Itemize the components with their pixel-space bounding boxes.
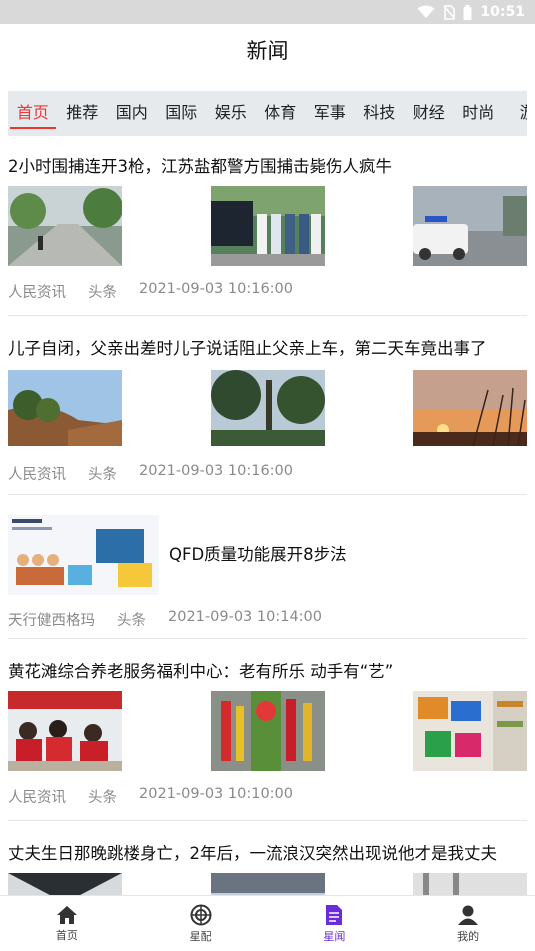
battery-icon (463, 4, 472, 20)
news-thumbnail[interactable] (210, 186, 325, 266)
nav-mine[interactable]: 我的 (401, 896, 535, 951)
news-thumbnail[interactable] (413, 368, 527, 448)
news-thumbnail[interactable] (210, 368, 325, 448)
tab-fashion[interactable]: 时尚 (454, 91, 504, 136)
document-icon (326, 904, 343, 925)
nav-home[interactable]: 首页 (0, 896, 134, 951)
tab-military[interactable]: 军事 (305, 91, 355, 136)
nav-xingpei-label: 星配 (189, 929, 212, 943)
news-source: 天行健西格玛 (8, 613, 95, 629)
news-thumbnail[interactable] (8, 691, 122, 771)
target-icon (190, 904, 212, 925)
news-title[interactable]: QFD质量功能展开8步法 (169, 544, 347, 566)
news-source: 人民资讯 (8, 467, 66, 483)
status-bar: 10:51 (0, 0, 535, 24)
tab-recommend[interactable]: 推荐 (58, 91, 108, 136)
news-thumbnail[interactable] (413, 186, 527, 266)
news-title[interactable]: 黄花滩综合养老服务福利中心：老有所乐 动手有“艺” (8, 661, 527, 683)
user-icon (458, 905, 479, 925)
news-title[interactable]: 2小时围捕连开3枪，江苏盐都警方围捕击毙伤人疯牛 (8, 156, 527, 178)
wifi-icon (417, 5, 435, 18)
tab-international[interactable]: 国际 (157, 91, 207, 136)
no-sim-icon (443, 4, 456, 20)
news-time: 2021-09-03 10:10:00 (139, 786, 293, 802)
news-thumbnail[interactable] (8, 873, 122, 896)
news-item[interactable]: QFD质量功能展开8步法 天行健西格玛 头条 2021-09-03 10:14:… (8, 495, 527, 639)
category-tabs[interactable]: 首页 推荐 国内 国际 娱乐 体育 军事 科技 财经 时尚 游 (8, 91, 527, 136)
news-thumbnail[interactable] (210, 873, 325, 896)
nav-xingwen-label: 星闻 (323, 929, 346, 943)
tab-finance[interactable]: 财经 (404, 91, 454, 136)
news-thumbnail[interactable] (8, 515, 159, 595)
news-thumbnail[interactable] (413, 873, 527, 896)
tab-domestic[interactable]: 国内 (107, 91, 157, 136)
news-title[interactable]: 丈夫生日那晚跳楼身亡，2年后，一流浪汉突然出现说他才是我丈夫 (8, 843, 527, 865)
home-icon (56, 905, 77, 924)
page-title: 新闻 (246, 39, 289, 63)
news-time: 2021-09-03 10:16:00 (139, 281, 293, 297)
nav-xingpei[interactable]: 星配 (134, 896, 268, 951)
news-title[interactable]: 儿子自闭，父亲出差时儿子说话阻止父亲上车，第二天车竟出事了 (8, 338, 527, 360)
nav-xingwen[interactable]: 星闻 (268, 896, 402, 951)
news-source: 人民资讯 (8, 790, 66, 806)
news-item[interactable]: 2小时围捕连开3枪，江苏盐都警方围捕击毙伤人疯牛 人民资讯 头条 2021-09… (8, 136, 527, 316)
news-thumbnail[interactable] (413, 691, 527, 771)
news-source: 人民资讯 (8, 285, 66, 301)
news-item[interactable]: 丈夫生日那晚跳楼身亡，2年后，一流浪汉突然出现说他才是我丈夫 (8, 821, 527, 896)
nav-home-label: 首页 (55, 928, 78, 942)
tab-entertainment[interactable]: 娱乐 (206, 91, 256, 136)
news-thumbnail[interactable] (210, 691, 325, 771)
news-thumbnail[interactable] (8, 186, 122, 266)
news-time: 2021-09-03 10:16:00 (139, 463, 293, 479)
news-thumbnail[interactable] (8, 368, 122, 448)
news-item[interactable]: 儿子自闭，父亲出差时儿子说话阻止父亲上车，第二天车竟出事了 人民资讯 头条 20… (8, 316, 527, 495)
status-time: 10:51 (480, 4, 525, 20)
bottom-nav[interactable]: 首页 星配 星闻 我的 (0, 895, 535, 951)
news-tag: 头条 (117, 613, 146, 629)
news-item[interactable]: 黄花滩综合养老服务福利中心：老有所乐 动手有“艺” 人民资讯 头条 2021-0… (8, 639, 527, 821)
tab-home[interactable]: 首页 (8, 91, 58, 136)
nav-mine-label: 我的 (457, 929, 480, 943)
news-feed[interactable]: 2小时围捕连开3枪，江苏盐都警方围捕击毙伤人疯牛 人民资讯 头条 2021-09… (0, 136, 535, 896)
tab-sports[interactable]: 体育 (256, 91, 306, 136)
app-header: 新闻 (0, 24, 535, 76)
news-time: 2021-09-03 10:14:00 (168, 609, 322, 625)
news-tag: 头条 (88, 467, 117, 483)
tab-tech[interactable]: 科技 (355, 91, 405, 136)
news-tag: 头条 (88, 790, 117, 806)
news-tag: 头条 (88, 285, 117, 301)
tab-games[interactable]: 游 (503, 91, 527, 136)
